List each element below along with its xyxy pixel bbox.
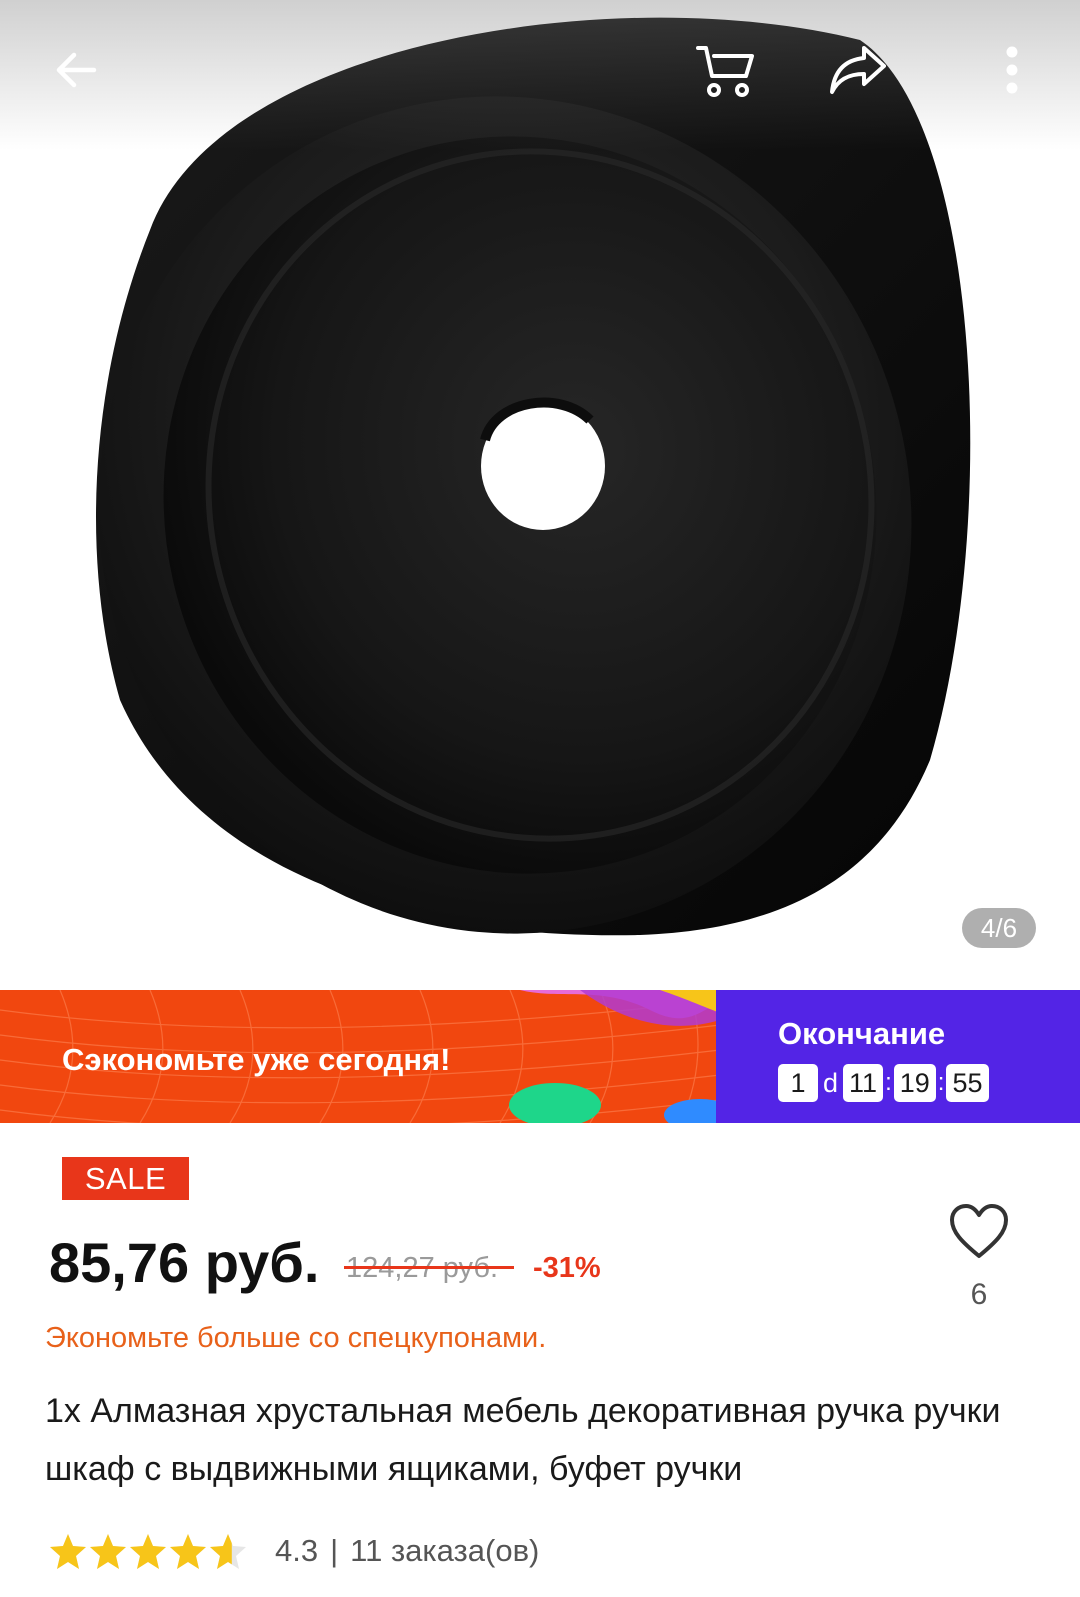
discount-percent: -31% (533, 1252, 601, 1284)
timer-hours: 11 (843, 1064, 884, 1102)
star-icon (170, 1534, 206, 1569)
top-shade (0, 0, 1080, 150)
image-counter: 4/6 (962, 908, 1036, 948)
timer-colon: : (937, 1069, 945, 1096)
back-button[interactable] (36, 30, 116, 110)
orders-count: 11 заказа(ов) (350, 1533, 540, 1568)
star-icon (130, 1534, 166, 1569)
rating-separator: | (330, 1533, 339, 1568)
star-icon (50, 1534, 86, 1569)
share-button[interactable] (818, 30, 898, 110)
more-button[interactable] (972, 30, 1052, 110)
rating-stars (49, 1532, 249, 1570)
countdown-timer: 1 d 11 : 19 : 55 (778, 1064, 989, 1102)
promo-text: Сэкономьте уже сегодня! (62, 1042, 451, 1077)
arrow-left-icon (56, 52, 97, 88)
rating-value: 4.3 (275, 1533, 319, 1568)
timer-days-unit: d (823, 1067, 839, 1098)
cart-icon (696, 46, 754, 97)
more-vertical-icon (1006, 46, 1018, 94)
old-price-strikethrough (344, 1266, 514, 1269)
timer-days: 1 (778, 1064, 818, 1102)
rating-row[interactable]: 4.3 | 11 заказа(ов) (49, 1528, 539, 1574)
share-icon (830, 46, 886, 94)
wishlist-count: 6 (970, 1278, 988, 1311)
timer-minutes: 19 (893, 1064, 936, 1102)
product-gallery[interactable]: 4/6 (0, 0, 1080, 990)
timer-seconds: 55 (946, 1064, 989, 1102)
heart-icon (950, 1204, 1008, 1258)
product-title: 1x Алмазная хрустальная мебель декоратив… (45, 1392, 1001, 1488)
sale-badge: SALE (62, 1157, 189, 1200)
star-icon (210, 1534, 246, 1569)
current-price: 85,76 руб. (49, 1231, 320, 1294)
timer-colon: : (885, 1069, 892, 1096)
countdown-label: Окончание (778, 1016, 946, 1051)
cart-button[interactable] (686, 30, 766, 110)
star-icon (90, 1534, 126, 1569)
countdown-panel (716, 990, 1080, 1123)
coupon-link[interactable]: Экономьте больше со спецкупонами. (45, 1322, 546, 1355)
wishlist-button[interactable] (948, 1202, 1010, 1264)
